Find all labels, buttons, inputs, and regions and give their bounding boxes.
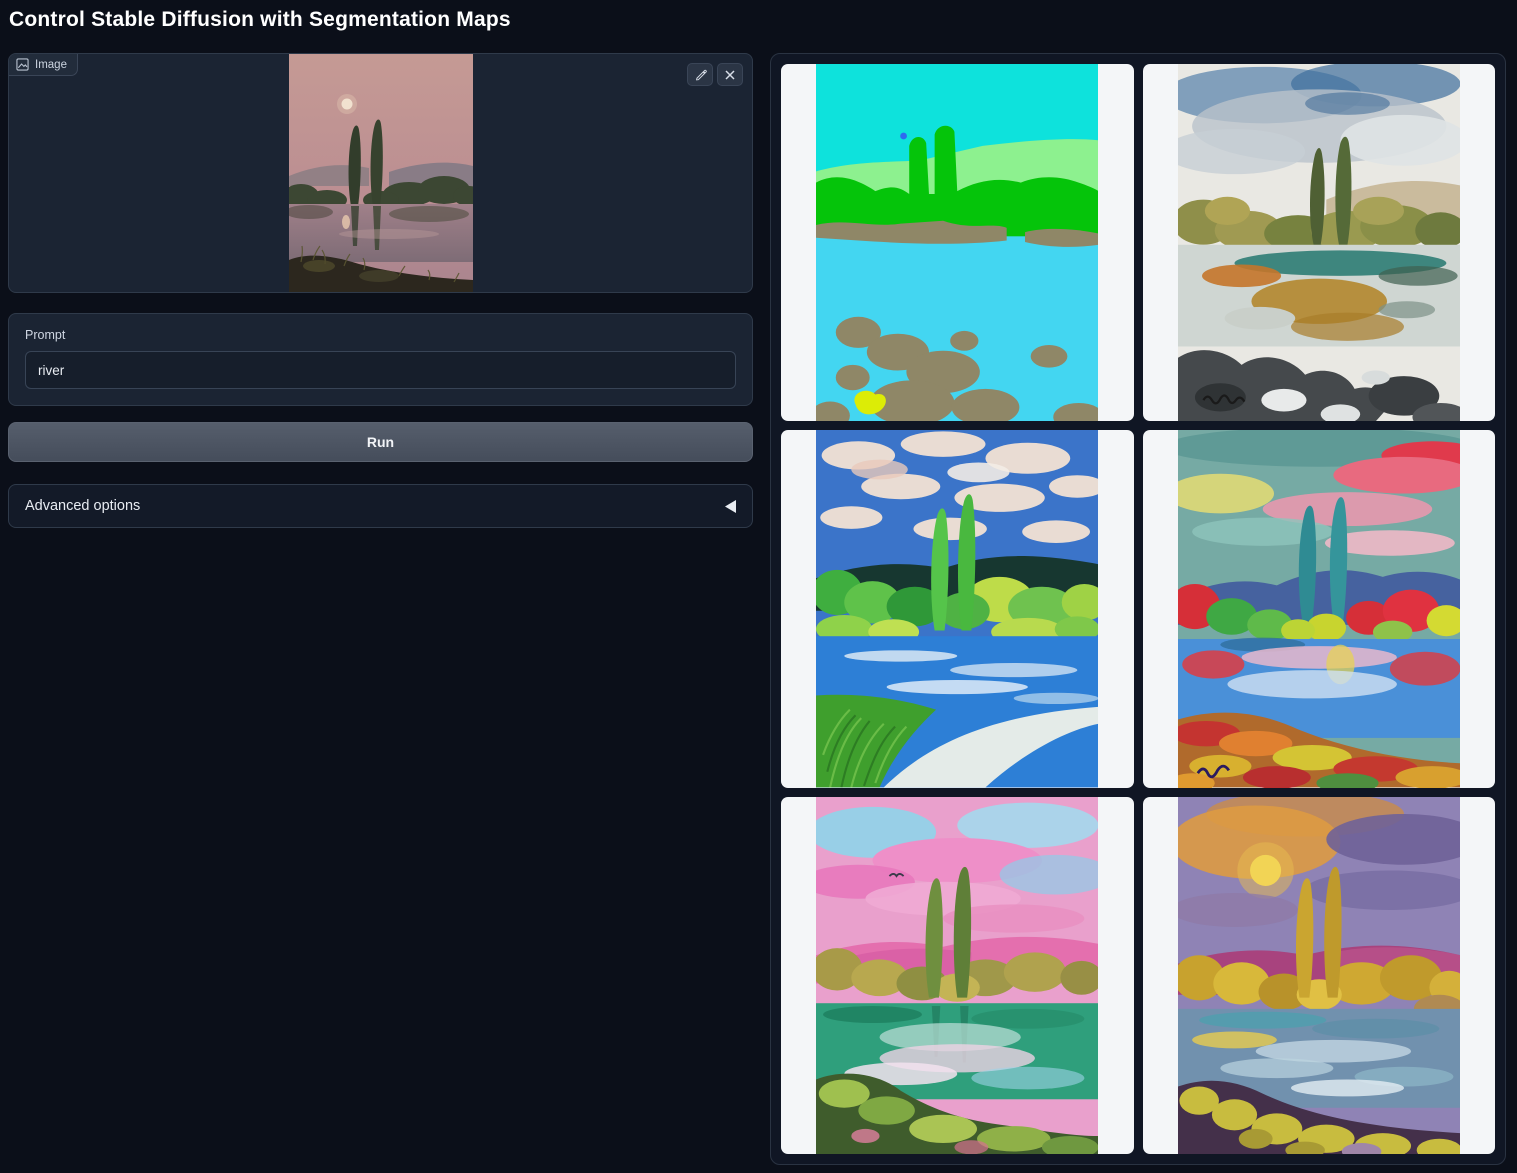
fauvist-image	[1178, 430, 1460, 787]
pink-pastel-image	[816, 797, 1098, 1154]
golden-sunset-image	[1178, 797, 1460, 1154]
gallery-grid	[781, 64, 1495, 1154]
segmentation-map-image	[816, 64, 1098, 421]
prompt-block: Prompt	[8, 313, 753, 406]
gallery-item-vivid-green[interactable]	[781, 430, 1134, 787]
close-icon	[724, 69, 736, 81]
image-input-panel: Image	[8, 53, 753, 293]
gallery-item-watercolor[interactable]	[1143, 64, 1496, 421]
image-label: Image	[35, 59, 67, 71]
page-title: Control Stable Diffusion with Segmentati…	[9, 8, 511, 32]
gallery-item-pink-pastel[interactable]	[781, 797, 1134, 1154]
gallery-item-fauvist[interactable]	[1143, 430, 1496, 787]
gallery-item-segmentation-map[interactable]	[781, 64, 1134, 421]
input-column: Image	[8, 53, 753, 528]
prompt-label: Prompt	[25, 328, 736, 342]
advanced-options-label: Advanced options	[25, 498, 140, 514]
watercolor-image	[1178, 64, 1460, 421]
uploaded-image-wrap	[9, 54, 752, 292]
gallery-item-golden-sunset[interactable]	[1143, 797, 1496, 1154]
clear-image-button[interactable]	[717, 63, 743, 86]
image-actions	[687, 63, 743, 86]
pencil-icon	[694, 68, 707, 81]
edit-image-button[interactable]	[687, 63, 713, 86]
uploaded-image[interactable]	[289, 54, 473, 292]
image-label-badge: Image	[9, 54, 78, 76]
image-icon	[16, 58, 29, 71]
vivid-green-image	[816, 430, 1098, 787]
triangle-left-icon	[725, 500, 736, 513]
prompt-input[interactable]	[25, 351, 736, 389]
run-button[interactable]: Run	[8, 422, 753, 462]
output-gallery	[770, 53, 1506, 1165]
advanced-options-accordion[interactable]: Advanced options	[8, 484, 753, 528]
